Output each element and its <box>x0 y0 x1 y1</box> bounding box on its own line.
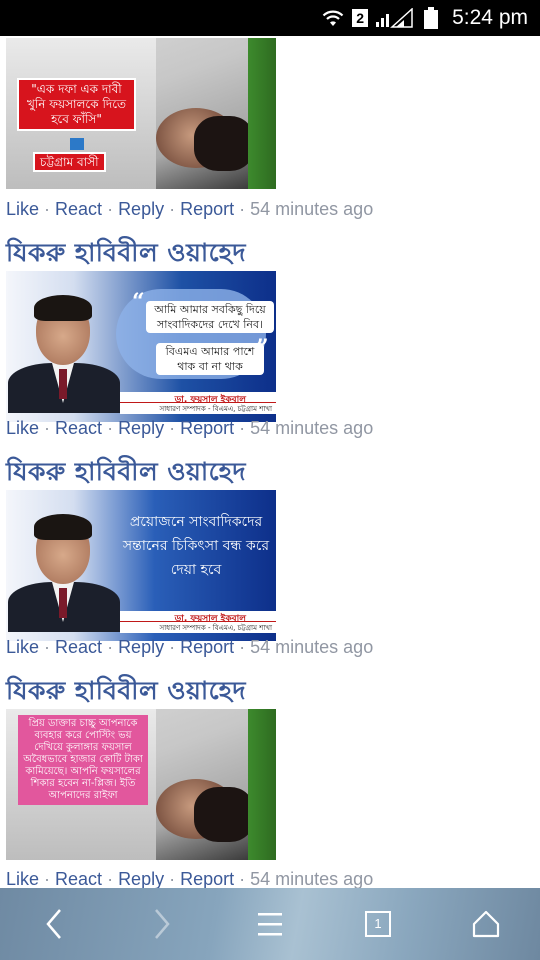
sim-indicator: 2 <box>352 9 369 27</box>
location-tag: চট্টগ্রাম বাসী <box>33 152 106 172</box>
banner-footer: ডা. ফয়সাল ইকবাল সাধারণ সম্পাদক - বিএমএ,… <box>120 392 276 414</box>
banner-role: সাধারণ সম্পাদক - বিএমএ, চট্টগ্রাম শাখা <box>159 405 273 413</box>
portrait <box>8 508 120 632</box>
timestamp: 54 minutes ago <box>250 637 374 657</box>
comment-author[interactable]: যিকরু হাবিবীল ওয়াহেদ <box>6 452 246 495</box>
home-button[interactable] <box>446 888 526 960</box>
like-link[interactable]: Like <box>6 637 39 657</box>
react-link[interactable]: React <box>55 869 102 888</box>
portrait <box>8 289 120 413</box>
reply-link[interactable]: Reply <box>118 199 164 219</box>
post-image[interactable]: প্রিয় ডাক্তার চাচ্চু আপনাকে ব্যবহার করে… <box>6 709 276 860</box>
back-icon <box>46 909 61 939</box>
comment-actions: Like · React · Reply · Report · 54 minutes ago <box>6 637 374 657</box>
speech-line-1: আমি আমার সবকিছু দিয়ে সাংবাদিকদের দেখে ন… <box>146 301 274 333</box>
comment-actions: Like · React · Reply · Report · 54 minutes ago <box>6 199 374 219</box>
banner-quote: প্রয়োজনে সাংবাদিকদের সন্তানের চিকিৎসা ব… <box>122 514 270 578</box>
post-image[interactable]: “ আমি আমার সবকিছু দিয়ে সাংবাদিকদের দেখে… <box>6 271 276 422</box>
timestamp: 54 minutes ago <box>250 199 374 219</box>
speech-line-2: বিএমএ আমার পাশে থাক বা না থাক <box>156 343 264 375</box>
menu-button[interactable] <box>230 888 310 960</box>
reply-link[interactable]: Reply <box>118 637 164 657</box>
report-link[interactable]: Report <box>180 418 234 438</box>
comment-actions: Like · React · Reply · Report · 54 minutes ago <box>6 869 374 888</box>
back-button[interactable] <box>14 888 94 960</box>
forward-button[interactable] <box>122 888 202 960</box>
react-link[interactable]: React <box>55 637 102 657</box>
banner-role: সাধারণ সম্পাদক - বিএমএ, চট্টগ্রাম শাখা <box>159 624 273 632</box>
timestamp: 54 minutes ago <box>250 418 374 438</box>
comment-author[interactable]: যিকরু হাবিবীল ওয়াহেদ <box>6 233 246 276</box>
report-link[interactable]: Report <box>180 869 234 888</box>
close-quote-icon: ” <box>256 335 269 361</box>
message-card: প্রিয় ডাক্তার চাচ্চু আপনাকে ব্যবহার করে… <box>18 715 148 805</box>
status-bar: 2 5:24 pm <box>0 0 540 36</box>
forward-icon <box>155 909 170 939</box>
wifi-icon <box>322 10 344 26</box>
like-link[interactable]: Like <box>6 199 39 219</box>
open-quote-icon: “ <box>132 289 145 315</box>
tabs-button[interactable]: 1 <box>338 888 418 960</box>
comment-actions: Like · React · Reply · Report · 54 minutes ago <box>6 418 374 438</box>
menu-icon <box>258 913 282 936</box>
reply-link[interactable]: Reply <box>118 418 164 438</box>
signal-icon <box>376 8 413 28</box>
report-link[interactable]: Report <box>180 637 234 657</box>
report-link[interactable]: Report <box>180 199 234 219</box>
banner-footer: ডা. ফয়সাল ইকবাল সাধারণ সম্পাদক - বিএমএ,… <box>120 611 276 633</box>
browser-navbar: 1 <box>0 888 540 960</box>
reply-link[interactable]: Reply <box>118 869 164 888</box>
battery-icon <box>424 7 439 29</box>
down-arrow-icon <box>70 138 84 150</box>
tabs-count: 1 <box>374 916 382 931</box>
timestamp: 54 minutes ago <box>250 869 374 888</box>
tabs-icon: 1 <box>365 911 391 937</box>
like-link[interactable]: Like <box>6 869 39 888</box>
comment-feed[interactable]: "এক দফা এক দাবী খুনি ফয়সালকে দিতে হবে ফ… <box>0 36 540 888</box>
react-link[interactable]: React <box>55 418 102 438</box>
slogan-text: "এক দফা এক দাবী খুনি ফয়সালকে দিতে হবে ফ… <box>17 78 136 131</box>
post-image[interactable]: প্রয়োজনে সাংবাদিকদের সন্তানের চিকিৎসা ব… <box>6 490 276 641</box>
react-link[interactable]: React <box>55 199 102 219</box>
home-icon <box>472 910 500 938</box>
comment-author[interactable]: যিকরু হাবিবীল ওয়াহেদ <box>6 671 246 714</box>
like-link[interactable]: Like <box>6 418 39 438</box>
post-image[interactable]: "এক দফা এক দাবী খুনি ফয়সালকে দিতে হবে ফ… <box>6 38 276 189</box>
clock: 5:24 pm <box>452 6 528 29</box>
